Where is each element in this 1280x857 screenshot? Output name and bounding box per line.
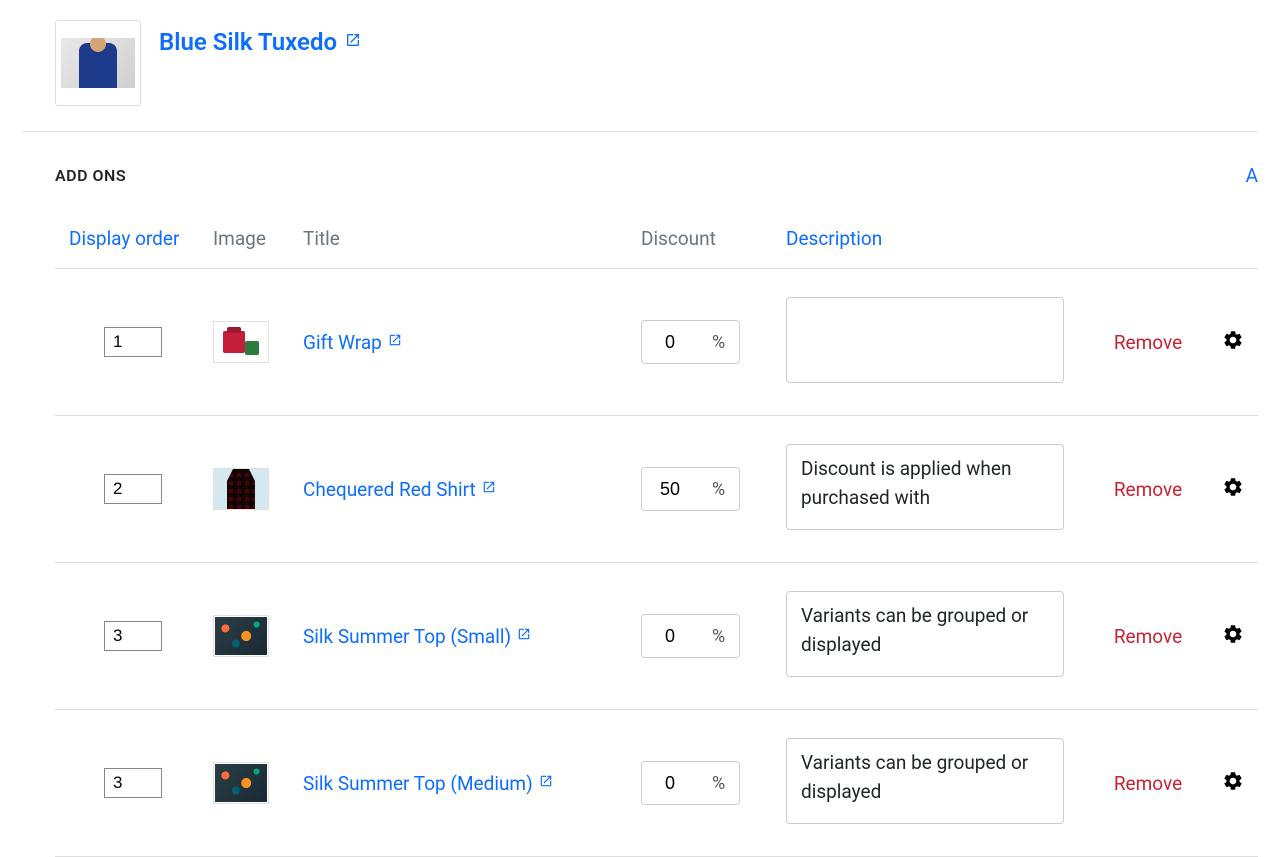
display-order-input[interactable]: [104, 621, 162, 651]
discount-field: %: [641, 320, 740, 364]
gear-icon[interactable]: [1222, 623, 1244, 645]
remove-link[interactable]: Remove: [1114, 478, 1182, 501]
col-description[interactable]: Description: [778, 217, 1088, 269]
col-discount: Discount: [633, 217, 778, 269]
discount-input[interactable]: [642, 321, 698, 363]
addons-table: Display order Image Title Discount Descr…: [55, 217, 1258, 857]
percent-symbol: %: [698, 615, 739, 657]
external-link-icon: [517, 627, 531, 645]
percent-symbol: %: [698, 321, 739, 363]
addon-title-link[interactable]: Silk Summer Top (Small): [303, 625, 531, 648]
addon-title: Chequered Red Shirt: [303, 478, 476, 501]
remove-link[interactable]: Remove: [1114, 331, 1182, 354]
display-order-input[interactable]: [104, 474, 162, 504]
table-row: Gift Wrap % Remove: [55, 269, 1258, 416]
discount-field: %: [641, 467, 740, 511]
addon-title: Gift Wrap: [303, 331, 382, 354]
addon-thumbnail[interactable]: [213, 762, 269, 804]
description-textarea[interactable]: [786, 738, 1064, 824]
addon-title: Silk Summer Top (Small): [303, 625, 511, 648]
addon-thumbnail[interactable]: [213, 615, 269, 657]
addon-title-link[interactable]: Gift Wrap: [303, 331, 402, 354]
external-link-icon: [482, 480, 496, 498]
discount-input[interactable]: [642, 468, 698, 510]
addon-title-link[interactable]: Silk Summer Top (Medium): [303, 772, 553, 795]
table-row: Chequered Red Shirt % Remove: [55, 416, 1258, 563]
col-title: Title: [295, 217, 633, 269]
product-thumbnail[interactable]: [55, 20, 141, 106]
percent-symbol: %: [698, 468, 739, 510]
addon-thumbnail[interactable]: [213, 468, 269, 510]
external-link-icon: [345, 32, 361, 53]
description-textarea[interactable]: [786, 444, 1064, 530]
addon-title: Silk Summer Top (Medium): [303, 772, 533, 795]
gear-icon[interactable]: [1222, 329, 1244, 351]
product-title: Blue Silk Tuxedo: [159, 28, 337, 56]
discount-input[interactable]: [642, 615, 698, 657]
addon-thumbnail[interactable]: [213, 321, 269, 363]
gear-icon[interactable]: [1222, 476, 1244, 498]
remove-link[interactable]: Remove: [1114, 772, 1182, 795]
external-link-icon: [539, 774, 553, 792]
add-link-partial[interactable]: A: [1246, 164, 1258, 187]
col-display-order[interactable]: Display order: [55, 217, 205, 269]
display-order-input[interactable]: [104, 768, 162, 798]
table-row: Silk Summer Top (Small) % Remove: [55, 563, 1258, 710]
description-textarea[interactable]: [786, 297, 1064, 383]
external-link-icon: [388, 333, 402, 351]
discount-input[interactable]: [642, 762, 698, 804]
gear-icon[interactable]: [1222, 770, 1244, 792]
discount-field: %: [641, 761, 740, 805]
remove-link[interactable]: Remove: [1114, 625, 1182, 648]
addon-title-link[interactable]: Chequered Red Shirt: [303, 478, 496, 501]
percent-symbol: %: [698, 762, 739, 804]
table-row: Silk Summer Top (Medium) % Remove: [55, 710, 1258, 857]
product-title-link[interactable]: Blue Silk Tuxedo: [159, 20, 361, 56]
discount-field: %: [641, 614, 740, 658]
col-image: Image: [205, 217, 295, 269]
section-title: ADD ONS: [55, 166, 126, 185]
display-order-input[interactable]: [104, 327, 162, 357]
description-textarea[interactable]: [786, 591, 1064, 677]
